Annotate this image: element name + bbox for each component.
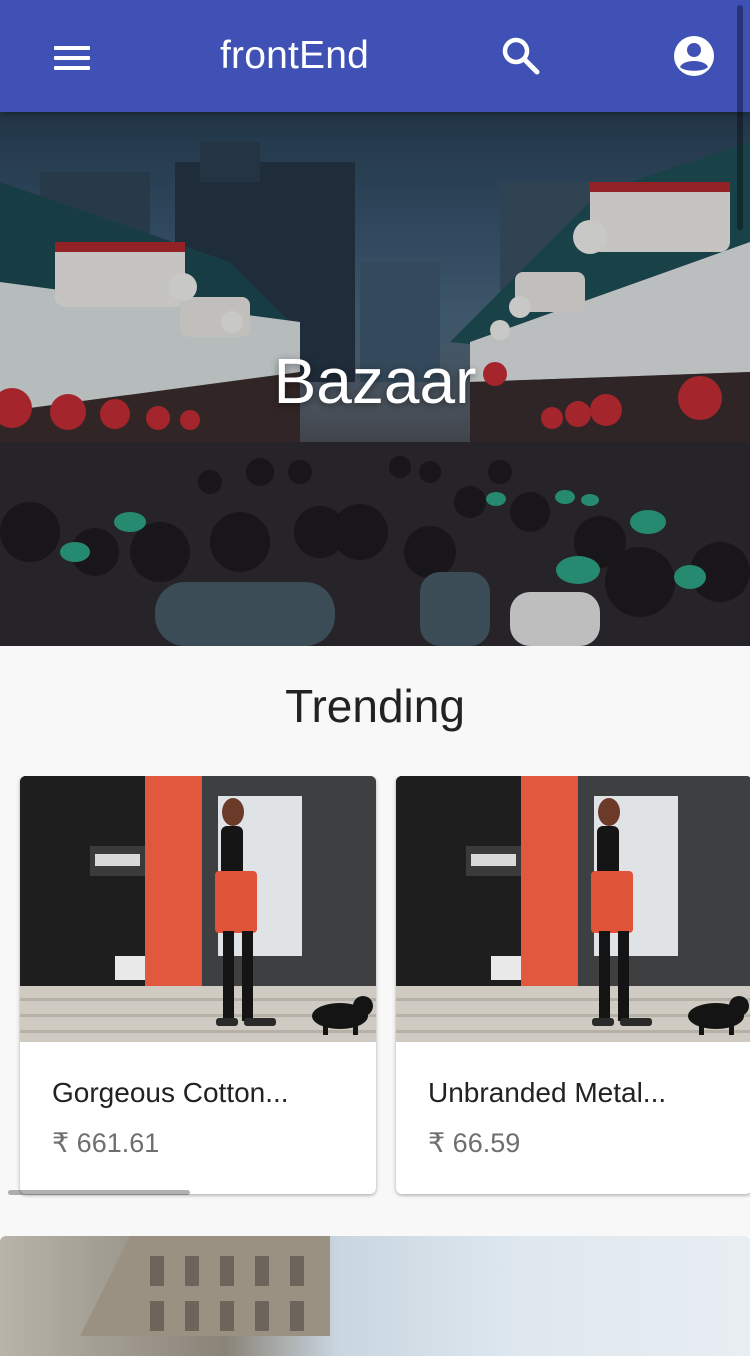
- account-circle-icon: [674, 36, 714, 76]
- horizontal-scrollbar[interactable]: [8, 1190, 190, 1195]
- product-card[interactable]: Unbranded Metal... ₹ 66.59: [396, 776, 750, 1194]
- building-photo: [80, 1236, 330, 1336]
- hero-banner[interactable]: Bazaar: [0, 112, 750, 646]
- product-card[interactable]: Gorgeous Cotton... ₹ 661.61: [20, 776, 376, 1194]
- hero-title: Bazaar: [273, 345, 477, 417]
- vertical-scrollbar[interactable]: [737, 5, 743, 230]
- account-button[interactable]: [668, 30, 720, 82]
- woman-with-dog-photo: [396, 776, 750, 1042]
- product-image: [396, 776, 750, 1042]
- search-button[interactable]: [495, 30, 547, 82]
- product-name: Unbranded Metal...: [428, 1077, 667, 1108]
- app-bar: frontEnd: [0, 0, 750, 112]
- product-image: [20, 776, 376, 1042]
- product-price: ₹ 661.61: [52, 1128, 160, 1158]
- woman-with-dog-photo: [20, 776, 376, 1042]
- menu-button[interactable]: [42, 26, 102, 86]
- product-name: Gorgeous Cotton...: [52, 1077, 289, 1108]
- menu-icon-line: [54, 46, 90, 50]
- app-title: frontEnd: [220, 34, 370, 77]
- trending-carousel[interactable]: Gorgeous Cotton... ₹ 661.61 Unbranded Me…: [0, 776, 750, 1200]
- search-icon: [502, 37, 540, 75]
- next-section-card[interactable]: [0, 1236, 750, 1356]
- menu-icon-line: [54, 56, 90, 60]
- product-price: ₹ 66.59: [428, 1128, 521, 1158]
- menu-icon-line: [54, 66, 90, 70]
- section-title-trending: Trending: [285, 680, 465, 732]
